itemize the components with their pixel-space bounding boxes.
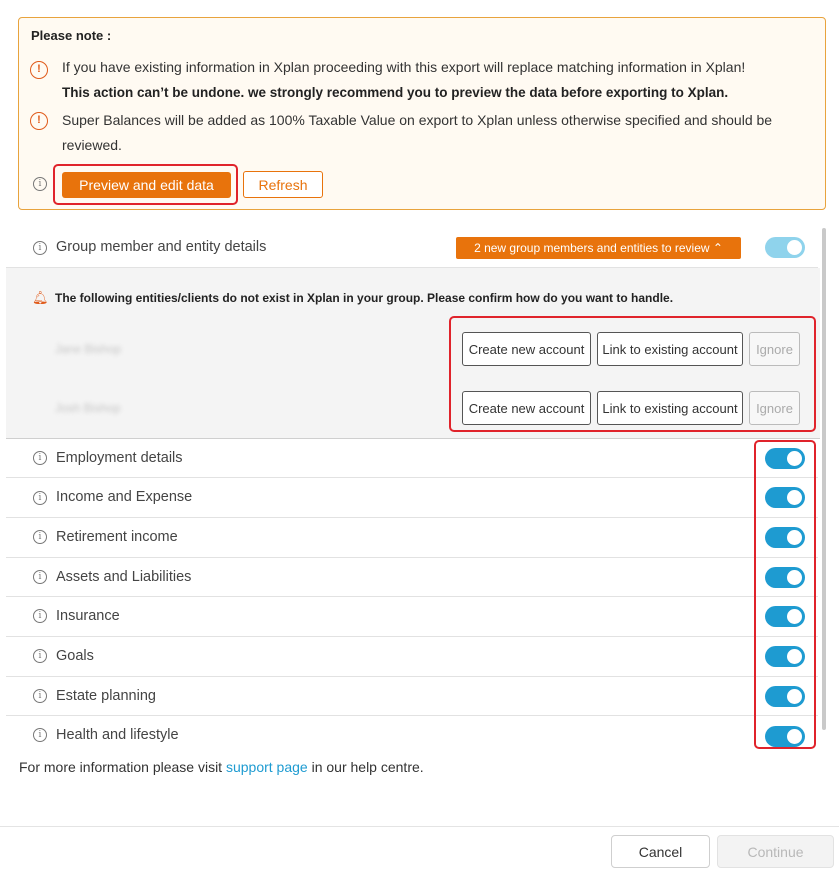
- notice-line1: If you have existing information in Xpla…: [62, 59, 746, 75]
- group-member-toggle[interactable]: [765, 237, 805, 258]
- preview-and-edit-button[interactable]: Preview and edit data: [62, 172, 231, 198]
- cancel-button[interactable]: Cancel: [611, 835, 710, 868]
- notice-line2: Super Balances will be added as 100% Tax…: [62, 112, 773, 128]
- notice-title: Please note :: [31, 28, 112, 43]
- notice-line1-bold: This action can’t be undone. we strongly…: [62, 85, 729, 100]
- info-icon[interactable]: i: [33, 241, 47, 255]
- entity-name: Jane Bishop: [55, 342, 122, 356]
- continue-button[interactable]: Continue: [717, 835, 834, 868]
- section-label-insurance: Insurance: [56, 608, 120, 624]
- scrollbar[interactable]: [822, 228, 826, 730]
- group-member-label: Group member and entity details: [56, 239, 267, 255]
- toggle-health[interactable]: [765, 726, 805, 747]
- link-existing-account-button[interactable]: Link to existing account: [597, 332, 743, 366]
- section-label-retirement: Retirement income: [56, 529, 178, 545]
- info-icon[interactable]: i: [33, 728, 47, 742]
- info-icon[interactable]: i: [33, 649, 47, 663]
- create-new-account-button[interactable]: Create new account: [462, 332, 591, 366]
- section-label-assets: Assets and Liabilities: [56, 569, 192, 585]
- bell-icon: 🔔︎: [32, 290, 49, 305]
- section-row: [6, 597, 818, 637]
- section-label-goals: Goals: [56, 648, 94, 664]
- refresh-button[interactable]: Refresh: [243, 171, 323, 198]
- warning-icon: !: [30, 61, 48, 79]
- link-existing-account-button[interactable]: Link to existing account: [597, 391, 743, 425]
- info-icon[interactable]: i: [33, 570, 47, 584]
- ignore-button[interactable]: Ignore: [749, 391, 800, 425]
- info-icon[interactable]: i: [33, 689, 47, 703]
- toggle-income[interactable]: [765, 487, 805, 508]
- info-icon[interactable]: i: [33, 177, 47, 191]
- toggle-insurance[interactable]: [765, 606, 805, 627]
- toggle-retirement[interactable]: [765, 527, 805, 548]
- warning-icon: !: [30, 112, 48, 130]
- section-row: [6, 637, 818, 677]
- info-icon[interactable]: i: [33, 451, 47, 465]
- support-page-link[interactable]: support page: [226, 759, 308, 775]
- help-text: For more information please visit suppor…: [19, 759, 424, 775]
- ignore-button[interactable]: Ignore: [749, 332, 800, 366]
- info-icon[interactable]: i: [33, 530, 47, 544]
- review-badge[interactable]: 2 new group members and entities to revi…: [456, 237, 741, 259]
- info-icon[interactable]: i: [33, 609, 47, 623]
- entity-name: Josh Bishop: [55, 401, 121, 415]
- section-label-income: Income and Expense: [56, 489, 193, 505]
- help-suffix: in our help centre.: [311, 759, 424, 775]
- notice-line2-cont: reviewed.: [62, 137, 122, 153]
- create-new-account-button[interactable]: Create new account: [462, 391, 591, 425]
- toggle-assets[interactable]: [765, 567, 805, 588]
- toggle-employment[interactable]: [765, 448, 805, 469]
- entities-note: The following entities/clients do not ex…: [55, 291, 674, 305]
- section-label-employment: Employment details: [56, 450, 183, 466]
- toggle-estate[interactable]: [765, 686, 805, 707]
- divider: [0, 826, 839, 827]
- info-icon[interactable]: i: [33, 491, 47, 505]
- section-label-health: Health and lifestyle: [56, 727, 179, 743]
- toggle-goals[interactable]: [765, 646, 805, 667]
- section-label-estate: Estate planning: [56, 688, 156, 704]
- help-prefix: For more information please visit: [19, 759, 223, 775]
